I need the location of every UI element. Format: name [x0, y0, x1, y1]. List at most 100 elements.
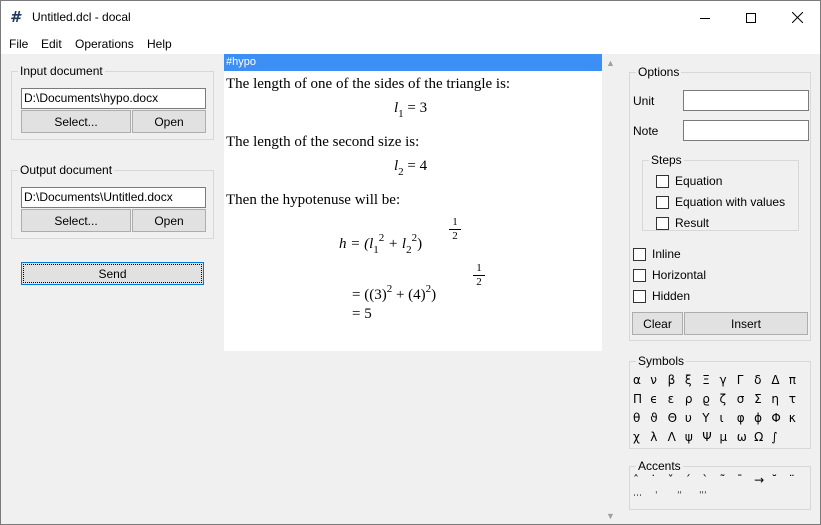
horizontal-checkbox[interactable]: Horizontal: [633, 268, 706, 282]
output-path-field[interactable]: D:\Documents\Untitled.docx: [21, 187, 206, 208]
scroll-down-icon[interactable]: ▼: [602, 507, 619, 524]
symbol-button[interactable]: κ: [789, 411, 796, 425]
symbol-button[interactable]: ∫: [771, 430, 777, 444]
symbol-button[interactable]: ζ: [720, 392, 727, 406]
note-field[interactable]: [683, 120, 809, 141]
accent-button[interactable]: ˜: [720, 473, 726, 487]
accents-group: Accents ˆ ˙ ˇ ´ ` ˜ ¯ → ˘ ¨ ⋯ ˈ ˈˈ ˈˈˈ: [629, 459, 811, 510]
equation-4-exp1: 2: [386, 283, 393, 295]
accent-button[interactable]: ˙: [650, 473, 656, 487]
symbol-button[interactable]: β: [668, 373, 676, 387]
checkbox-box: [633, 289, 646, 303]
equation-1-rest: = 3: [403, 100, 428, 116]
symbol-button[interactable]: ω: [737, 430, 747, 444]
minimize-button[interactable]: [682, 1, 728, 34]
output-open-button[interactable]: Open: [132, 209, 206, 232]
equation-3-frac-num: 1: [452, 216, 458, 228]
close-button[interactable]: [774, 1, 820, 34]
symbol-button[interactable]: θ: [633, 411, 640, 425]
input-path-field[interactable]: D:\Documents\hypo.docx: [21, 88, 206, 109]
equation-3-plus: + l: [384, 236, 407, 252]
accent-button[interactable]: →: [754, 473, 764, 487]
equation-4-exp2: 2: [425, 283, 432, 295]
input-open-button[interactable]: Open: [132, 110, 206, 133]
symbol-button[interactable]: ϕ: [754, 411, 762, 425]
symbol-button[interactable]: Γ: [737, 373, 744, 387]
menu-edit[interactable]: Edit: [41, 37, 62, 51]
note-label: Note: [633, 124, 659, 138]
step-equation-label: Equation: [675, 174, 723, 188]
symbol-button[interactable]: ρ: [685, 392, 693, 406]
equation-3-close: ): [417, 236, 423, 252]
options-scrollbar[interactable]: ▲ ▼: [602, 54, 619, 524]
symbol-button[interactable]: Σ: [754, 392, 762, 406]
symbol-button[interactable]: ι: [720, 411, 724, 425]
symbol-button[interactable]: φ: [737, 411, 745, 425]
symbol-button[interactable]: ϱ: [702, 392, 710, 406]
symbol-button[interactable]: ψ: [685, 430, 693, 444]
symbol-button[interactable]: Π: [633, 392, 642, 406]
accent-button[interactable]: ˆ: [633, 473, 639, 487]
step-result-checkbox[interactable]: Result: [656, 216, 709, 230]
checkbox-box: [656, 174, 669, 188]
scroll-up-icon[interactable]: ▲: [602, 54, 619, 71]
accent-button[interactable]: `: [702, 473, 708, 487]
symbol-button[interactable]: λ: [650, 430, 657, 444]
symbol-button[interactable]: γ: [720, 373, 727, 387]
step-equation-checkbox[interactable]: Equation: [656, 174, 722, 188]
accent-button[interactable]: ˈˈ: [677, 491, 682, 501]
symbol-button[interactable]: ϵ: [650, 392, 657, 406]
symbol-button[interactable]: ε: [668, 392, 675, 406]
symbol-button[interactable]: σ: [737, 392, 745, 406]
symbol-button[interactable]: Λ: [668, 430, 676, 444]
symbol-button[interactable]: Υ: [702, 411, 709, 425]
menu-operations[interactable]: Operations: [75, 37, 134, 51]
send-button[interactable]: Send: [21, 262, 204, 285]
symbol-button[interactable]: ν: [650, 373, 657, 387]
step-equation-values-checkbox[interactable]: Equation with values: [656, 195, 785, 209]
accent-button[interactable]: ˈˈˈ: [699, 491, 706, 501]
symbol-button[interactable]: α: [633, 373, 641, 387]
symbol-button[interactable]: η: [771, 392, 779, 406]
symbol-button[interactable]: ϑ: [650, 411, 657, 425]
symbol-button[interactable]: δ: [754, 373, 761, 387]
accent-button[interactable]: ¯: [737, 473, 743, 487]
hidden-label: Hidden: [652, 289, 691, 303]
accent-button[interactable]: ´: [685, 473, 691, 487]
title-bar[interactable]: # Untitled.dcl - docal: [1, 1, 820, 34]
input-select-button[interactable]: Select...: [21, 110, 131, 133]
accent-button[interactable]: ⋯: [633, 491, 642, 501]
insert-button[interactable]: Insert: [684, 312, 808, 335]
maximize-button[interactable]: [728, 1, 774, 34]
accent-button[interactable]: ˈ: [655, 491, 657, 501]
symbol-button[interactable]: Ω: [754, 430, 763, 444]
symbol-button[interactable]: Δ: [771, 373, 779, 387]
symbol-button[interactable]: τ: [789, 392, 796, 406]
accent-button[interactable]: ˘: [771, 473, 777, 487]
symbol-button[interactable]: Ψ: [702, 430, 711, 444]
unit-field[interactable]: [683, 90, 809, 111]
options-group: Options Unit Note Steps Equation Equatio…: [629, 65, 811, 341]
symbol-button[interactable]: π: [789, 373, 796, 387]
accent-button[interactable]: ¨: [789, 473, 795, 487]
symbol-button[interactable]: ξ: [685, 373, 692, 387]
symbol-button[interactable]: υ: [685, 411, 692, 425]
symbol-button[interactable]: μ: [720, 430, 728, 444]
clear-button[interactable]: Clear: [632, 312, 683, 335]
menu-file[interactable]: File: [9, 37, 28, 51]
accent-button[interactable]: ˇ: [668, 473, 674, 487]
symbol-button[interactable]: Θ: [668, 411, 677, 425]
inline-checkbox[interactable]: Inline: [633, 247, 681, 261]
steps-group: Steps Equation Equation with values Resu…: [642, 153, 799, 231]
equation-4-exponent-fraction: 1 2: [473, 263, 485, 288]
equation-2-rest: = 4: [403, 158, 428, 174]
hidden-checkbox[interactable]: Hidden: [633, 289, 690, 303]
menu-help[interactable]: Help: [147, 37, 172, 51]
symbol-button[interactable]: χ: [633, 430, 640, 444]
equation-1: l1 = 3: [394, 100, 428, 120]
step-equation-values-label: Equation with values: [675, 195, 786, 209]
document-preview[interactable]: #hypo The length of one of the sides of …: [224, 54, 602, 351]
output-select-button[interactable]: Select...: [21, 209, 131, 232]
symbol-button[interactable]: Φ: [771, 411, 780, 425]
symbol-button[interactable]: Ξ: [702, 373, 710, 387]
